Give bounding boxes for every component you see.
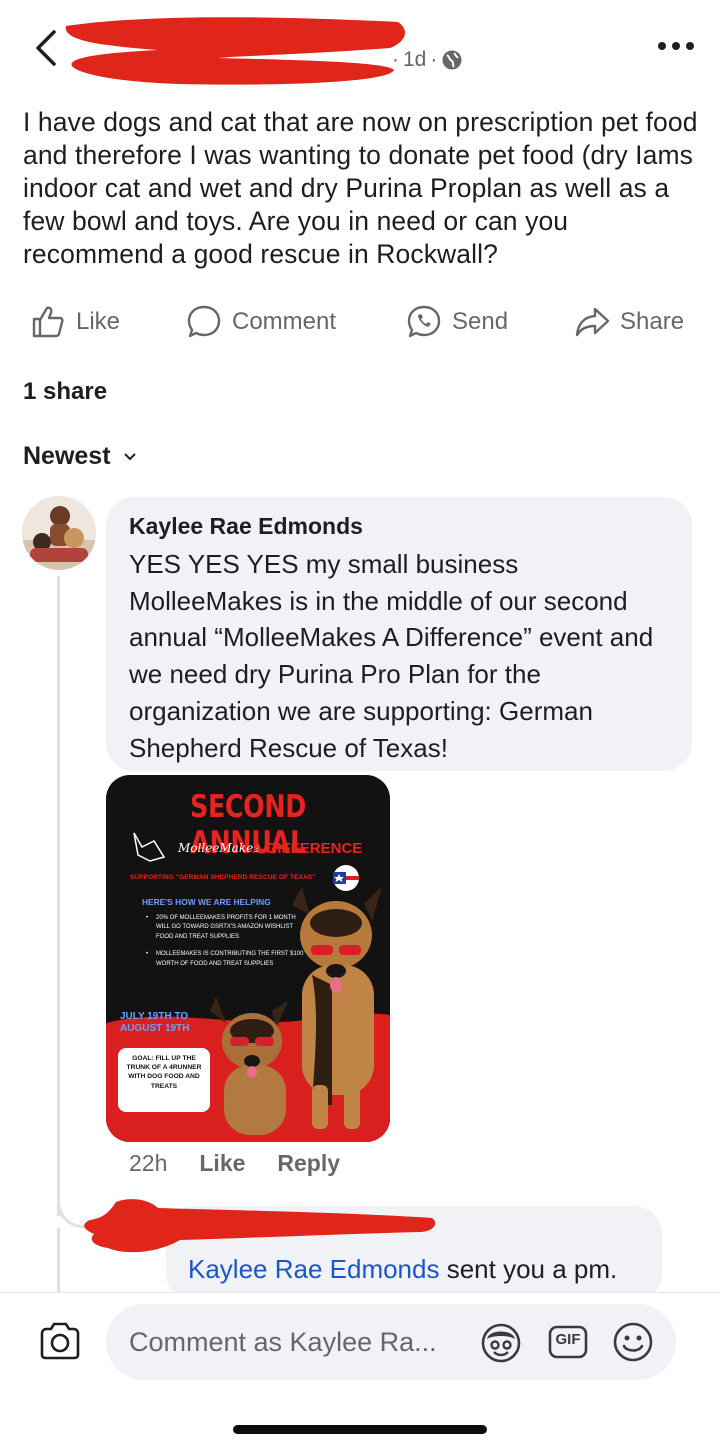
flyer-goal: GOAL: FILL UP THE TRUNK OF A 4RUNNER WIT…: [118, 1048, 210, 1112]
flyer-brand: MolleeMakes: [178, 841, 260, 855]
comment-time: 22h: [129, 1150, 168, 1176]
avatar-photo: [22, 496, 96, 570]
comment-bubble: Kaylee Rae Edmonds YES YES YES my small …: [106, 497, 692, 771]
flyer-dates: JULY 19TH TO AUGUST 19TH: [120, 1011, 190, 1034]
comment-like-button[interactable]: Like: [199, 1150, 245, 1177]
share-button[interactable]: Share: [574, 300, 684, 344]
avatar[interactable]: [22, 496, 96, 570]
more-horizontal-icon[interactable]: [656, 36, 696, 56]
redacted-author-name: [65, 17, 405, 85]
share-icon: [575, 307, 610, 337]
comment-author[interactable]: Kaylee Rae Edmonds: [129, 511, 670, 541]
share-count[interactable]: 1 share: [23, 378, 107, 406]
thumbs-up-icon: [32, 306, 64, 338]
reply-mention[interactable]: Kaylee Rae Edmonds: [188, 1254, 439, 1284]
comment-input-placeholder: Comment as Kaylee Ra...: [129, 1326, 437, 1357]
chevron-down-icon: [123, 452, 136, 460]
comment-image[interactable]: SECOND ANNUAL MolleeMakes A DIFFERENCE S…: [106, 775, 390, 1142]
comment-text: YES YES YES my small business MolleeMake…: [129, 549, 654, 763]
send-label: Send: [452, 308, 509, 335]
like-button[interactable]: Like: [30, 300, 120, 344]
flyer-list: 20% OF MOLLEEMAKES PROFITS FOR 1 MONTH W…: [146, 914, 306, 977]
send-button[interactable]: Send: [406, 300, 508, 344]
comment-icon: [187, 305, 221, 338]
flyer-how: HERE'S HOW WE ARE HELPING: [142, 897, 271, 907]
emoji-icon[interactable]: [611, 1320, 655, 1364]
gif-label: GIF: [555, 1331, 581, 1348]
comment-reply-button[interactable]: Reply: [277, 1150, 340, 1177]
comment-sort-dropdown[interactable]: Newest: [23, 442, 137, 471]
redacted-reply-author: [84, 1199, 436, 1253]
sort-label: Newest: [23, 442, 111, 470]
gif-icon[interactable]: GIF: [547, 1322, 589, 1362]
messenger-icon: [407, 305, 441, 338]
like-label: Like: [76, 308, 121, 335]
comment-label: Comment: [232, 308, 337, 335]
share-label: Share: [620, 308, 685, 335]
comment-input[interactable]: Comment as Kaylee Ra...: [106, 1304, 676, 1380]
post-actions: Like Comment Send Share: [0, 300, 720, 344]
avatar-sticker-icon[interactable]: [479, 1321, 523, 1365]
flyer-bullet: 20% OF MOLLEEMAKES PROFITS FOR 1 MONTH W…: [146, 914, 306, 942]
thread-line: [57, 576, 60, 1216]
flyer-difference: A DIFFERENCE: [252, 840, 363, 857]
globe-icon: [442, 50, 462, 70]
camera-icon[interactable]: [38, 1321, 82, 1361]
thread-line-continued: [57, 1228, 60, 1292]
comment-footer: 22h Like Reply: [129, 1150, 340, 1177]
home-indicator: [233, 1425, 487, 1434]
flyer-supporting: SUPPORTING "GERMAN SHEPHERD RESCUE OF TE…: [130, 874, 316, 881]
post-text: I have dogs and cat that are now on pres…: [23, 107, 698, 269]
comment-button[interactable]: Comment: [186, 300, 336, 344]
reply-text: sent you a pm.: [439, 1254, 618, 1284]
flyer-bullet: MOLLEEMAKES IS CONTRIBUTING THE FIRST $1…: [146, 950, 306, 969]
